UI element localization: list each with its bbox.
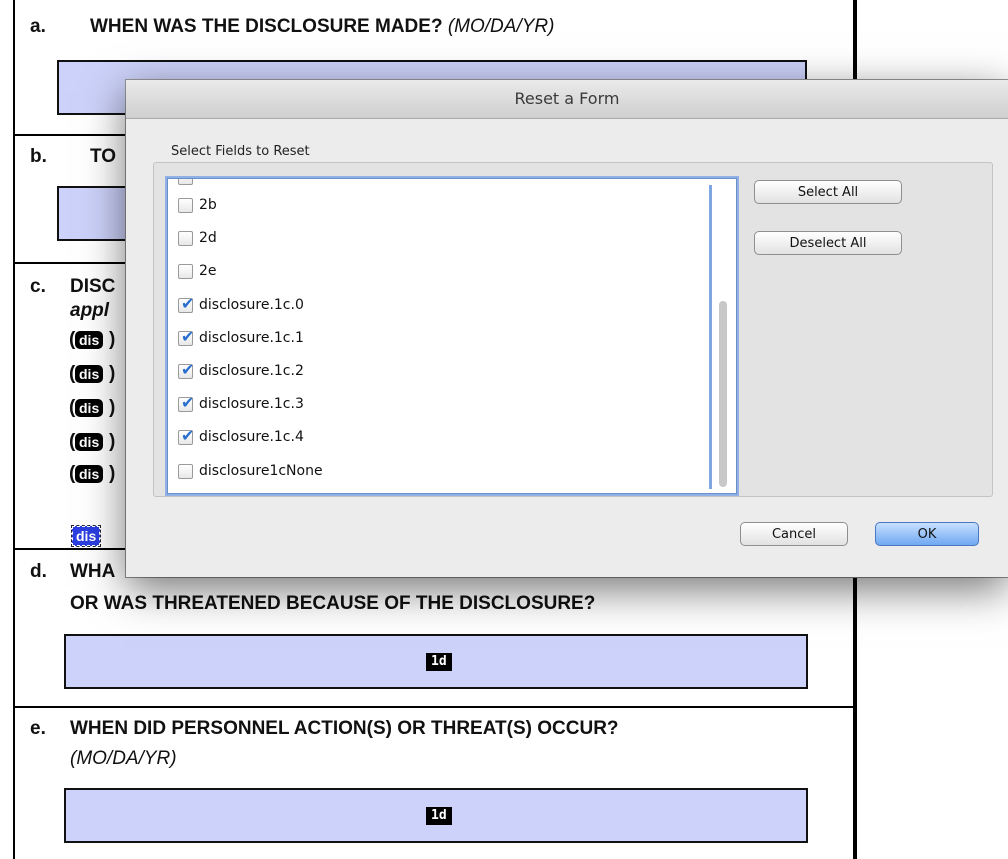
- question-b-text: TO: [90, 146, 117, 167]
- personnel-action-field[interactable]: 1d: [64, 634, 808, 689]
- list-item[interactable]: disclosure1cNone: [178, 459, 323, 483]
- paren-close: ): [109, 431, 116, 452]
- disclosure-checkbox-2[interactable]: dis: [75, 365, 104, 383]
- question-b-letter: b.: [30, 146, 47, 167]
- form-left-border: [13, 0, 15, 859]
- checked-checkbox[interactable]: [178, 426, 194, 445]
- list-item[interactable]: disclosure.1c.3: [178, 392, 304, 416]
- list-item[interactable]: disclosure.1c.0: [178, 293, 304, 317]
- checked-checkbox[interactable]: [178, 393, 194, 412]
- list-item-label: 2d: [199, 230, 217, 246]
- checked-checkbox[interactable]: [178, 327, 194, 346]
- question-a-format: (MO/DA/YR): [447, 16, 555, 37]
- ok-button[interactable]: OK: [875, 522, 979, 546]
- question-a-label: WHEN WAS THE DISCLOSURE MADE?: [90, 16, 443, 37]
- list-item[interactable]: disclosure.1c.1: [178, 326, 304, 350]
- list-item[interactable]: 2d: [178, 226, 217, 250]
- list-item-label: disclosure.1c.4: [199, 429, 304, 445]
- question-c-letter: c.: [30, 276, 46, 297]
- disclosure-checkbox-3[interactable]: dis: [75, 399, 104, 417]
- question-c-text: DISC: [70, 276, 116, 297]
- list-item[interactable]: disclosure.1c.4: [178, 425, 304, 449]
- field-tag: 1d: [426, 807, 452, 825]
- scrollbar-thumb[interactable]: [719, 301, 727, 487]
- disclosure-checkbox-1[interactable]: dis: [75, 331, 104, 349]
- deselect-all-button[interactable]: Deselect All: [754, 231, 902, 255]
- question-c-instruction: appl: [70, 300, 110, 321]
- section-divider: [13, 706, 855, 708]
- list-item-label: disclosure.1c.3: [199, 396, 304, 412]
- question-e-text: WHEN DID PERSONNEL ACTION(S) OR THREAT(S…: [70, 718, 619, 739]
- question-e-format: (MO/DA/YR): [70, 748, 177, 769]
- list-item-label: disclosure.1c.1: [199, 330, 304, 346]
- checkbox[interactable]: [178, 230, 193, 246]
- checkbox[interactable]: [178, 179, 193, 185]
- list-item-label: disclosure1cNone: [199, 463, 323, 479]
- list-item[interactable]: 2b: [178, 193, 217, 217]
- dialog-title: Reset a Form: [514, 89, 620, 108]
- question-a-text: WHEN WAS THE DISCLOSURE MADE? (MO/DA/YR): [90, 16, 554, 38]
- paren-close: ): [109, 363, 116, 384]
- fields-listbox[interactable]: 2b 2d 2e disclosure.1c.0 disclosure.1c.1 disc…: [167, 178, 737, 494]
- checked-checkbox[interactable]: [178, 294, 194, 313]
- question-a-letter: a.: [30, 16, 46, 37]
- checkbox[interactable]: [178, 263, 193, 279]
- question-d-line2: OR WAS THREATENED BECAUSE OF THE DISCLOS…: [70, 593, 596, 614]
- dialog-titlebar[interactable]: Reset a Form: [126, 80, 1008, 119]
- reset-form-dialog: Reset a Form Select Fields to Reset 2b 2d…: [126, 80, 1008, 577]
- question-d-text: WHA: [70, 561, 116, 582]
- paren-close: ): [109, 397, 116, 418]
- paren-close: ): [109, 329, 116, 350]
- list-item[interactable]: 2e: [178, 259, 217, 283]
- list-item-label: 2b: [199, 197, 217, 213]
- select-all-button[interactable]: Select All: [754, 180, 902, 204]
- list-item[interactable]: disclosure.1c.2: [178, 359, 304, 383]
- question-d-letter: d.: [30, 561, 47, 582]
- scrollbar-track[interactable]: [709, 185, 712, 489]
- list-item-label: disclosure.1c.2: [199, 363, 304, 379]
- paren-close: ): [109, 463, 116, 484]
- list-item[interactable]: [178, 179, 193, 189]
- list-item-label: disclosure.1c.0: [199, 297, 304, 313]
- disclosure-checkbox-5[interactable]: dis: [75, 465, 104, 483]
- question-e-letter: e.: [30, 718, 46, 739]
- disclosure-checkbox-4[interactable]: dis: [75, 433, 104, 451]
- action-date-field[interactable]: 1d: [64, 788, 808, 843]
- checked-checkbox[interactable]: [178, 360, 194, 379]
- cancel-button[interactable]: Cancel: [740, 522, 848, 546]
- list-item-label: 2e: [199, 263, 217, 279]
- checkbox[interactable]: [178, 197, 193, 213]
- select-fields-label: Select Fields to Reset: [171, 144, 310, 159]
- disclosure-none-checkbox-selected[interactable]: dis: [70, 525, 102, 547]
- field-tag: 1d: [426, 653, 452, 671]
- checkbox[interactable]: [178, 463, 193, 479]
